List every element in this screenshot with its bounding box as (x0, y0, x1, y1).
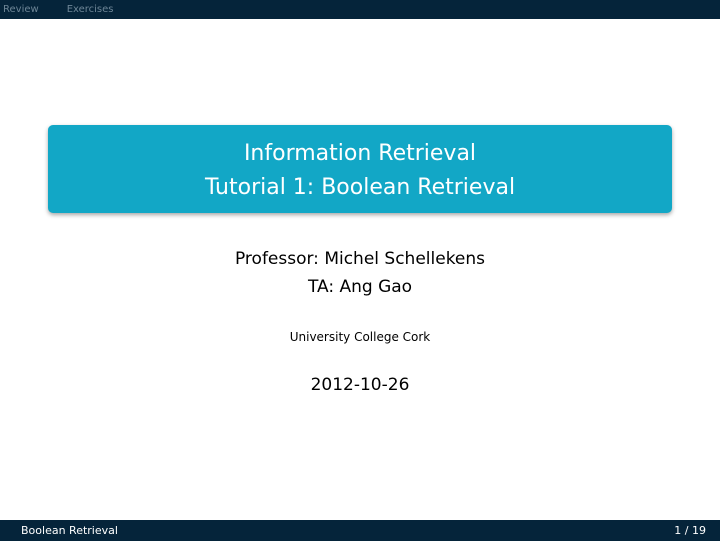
nav-item-review[interactable]: Review (3, 0, 39, 19)
author-professor: Professor: Michel Schellekens (234, 249, 486, 269)
footer-page-number: 1 / 19 (674, 524, 706, 537)
slide-title: Information Retrieval (243, 141, 477, 166)
footer-bar: Boolean Retrieval 1 / 19 (0, 520, 720, 541)
author-ta: TA: Ang Gao (307, 277, 413, 297)
slide-subtitle: Tutorial 1: Boolean Retrieval (204, 175, 516, 200)
nav-item-exercises[interactable]: Exercises (67, 0, 114, 19)
institute: University College Cork (289, 330, 431, 344)
top-navigation-bar: Review Exercises (0, 0, 720, 19)
date: 2012-10-26 (310, 375, 410, 395)
footer-short-title: Boolean Retrieval (21, 524, 118, 537)
